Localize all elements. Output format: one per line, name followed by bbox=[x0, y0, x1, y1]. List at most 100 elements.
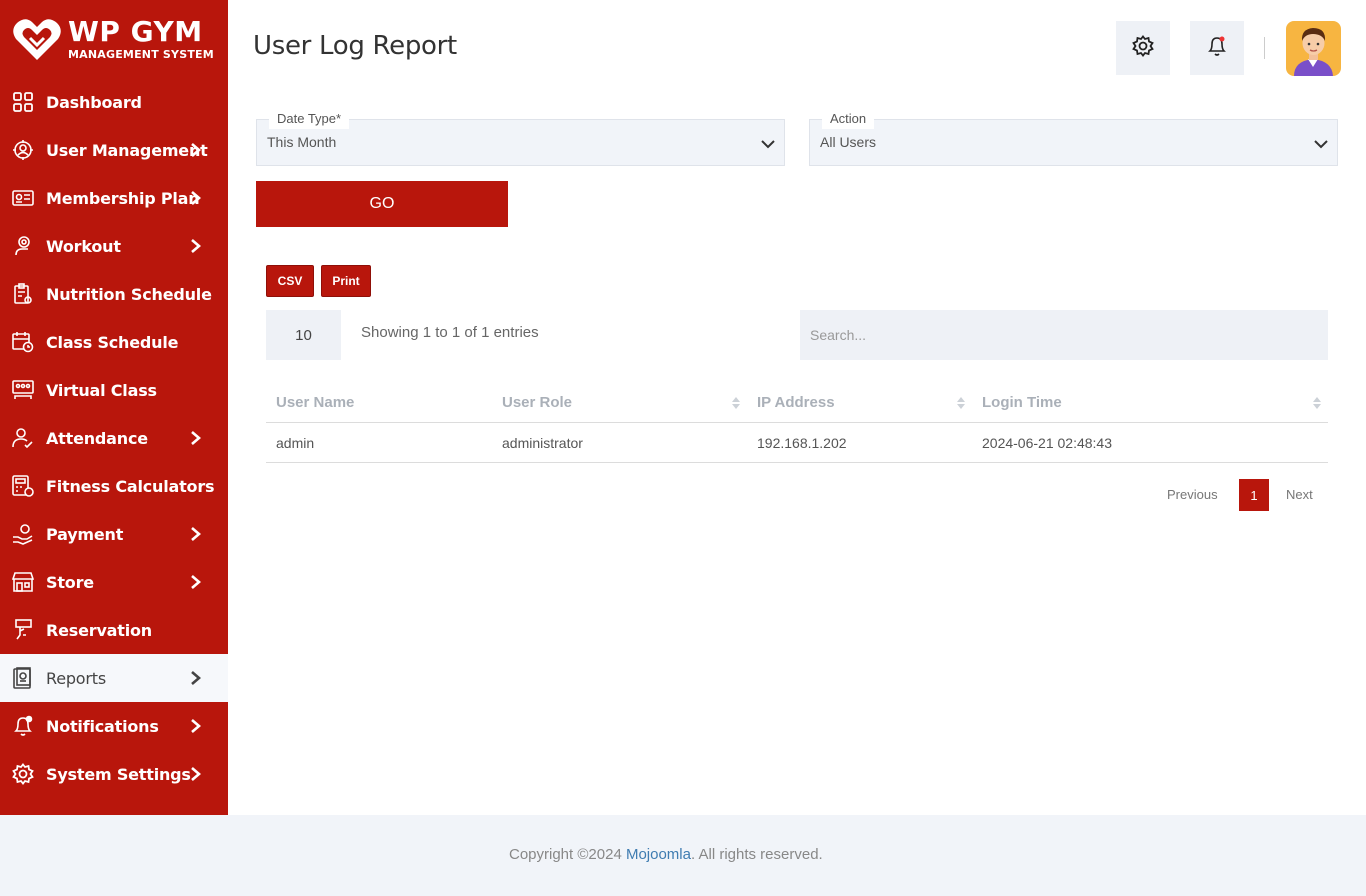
report-icon bbox=[12, 667, 34, 689]
date-type-select[interactable]: Date Type* This Month bbox=[256, 109, 785, 166]
sidebar-item-workout[interactable]: Workout bbox=[0, 222, 228, 270]
sidebar-item-label: Membership Plan bbox=[46, 188, 200, 208]
sidebar-item-label: Reports bbox=[46, 668, 106, 688]
sidebar-item-system-settings[interactable]: System Settings bbox=[0, 750, 228, 798]
sort-icon bbox=[1312, 395, 1322, 411]
chevron-right-icon bbox=[189, 430, 203, 446]
chevron-right-icon bbox=[189, 526, 203, 542]
sidebar-item-label: System Settings bbox=[46, 764, 191, 784]
column-label: User Role bbox=[502, 394, 573, 411]
gear-icon bbox=[1132, 34, 1154, 62]
reservation-icon bbox=[12, 619, 34, 641]
chevron-right-icon bbox=[189, 574, 203, 590]
sidebar-item-label: Notifications bbox=[46, 716, 159, 736]
page-length-select[interactable]: 10 bbox=[266, 310, 341, 360]
chevron-down-icon bbox=[1313, 136, 1329, 152]
page-title: User Log Report bbox=[253, 31, 457, 61]
pagination-previous[interactable]: Previous bbox=[1167, 487, 1218, 502]
notifications-button[interactable] bbox=[1190, 21, 1244, 75]
heart-logo-icon bbox=[12, 16, 62, 62]
search-input[interactable]: Search... bbox=[800, 310, 1328, 360]
chevron-right-icon bbox=[189, 670, 203, 686]
settings-gear-icon bbox=[12, 763, 34, 785]
pagination-page-1[interactable]: 1 bbox=[1239, 479, 1269, 511]
chevron-down-icon bbox=[760, 136, 776, 152]
sidebar-item-nutrition-schedule[interactable]: Nutrition Schedule bbox=[0, 270, 228, 318]
action-label: Action bbox=[822, 109, 875, 129]
sidebar-item-attendance[interactable]: Attendance bbox=[0, 414, 228, 462]
table-header-row: User Name User Role IP Address Login Tim… bbox=[266, 383, 1328, 423]
sidebar-item-notifications[interactable]: Notifications bbox=[0, 702, 228, 750]
copyright-prefix: Copyright ©2024 bbox=[509, 846, 626, 863]
sidebar-item-label: Nutrition Schedule bbox=[46, 284, 212, 304]
chevron-right-icon bbox=[189, 238, 203, 254]
copyright-text: Copyright ©2024 Mojoomla. All rights res… bbox=[509, 846, 823, 863]
pagination-next[interactable]: Next bbox=[1286, 487, 1313, 502]
column-header-ip-address[interactable]: IP Address bbox=[747, 383, 972, 422]
cell-user-role: administrator bbox=[502, 434, 583, 451]
sidebar-item-virtual-class[interactable]: Virtual Class bbox=[0, 366, 228, 414]
bell-icon bbox=[12, 715, 34, 737]
sidebar-item-label: Workout bbox=[46, 236, 121, 256]
column-label: Login Time bbox=[982, 394, 1062, 411]
cell-ip-address: 192.168.1.202 bbox=[757, 434, 847, 451]
sidebar-item-label: Dashboard bbox=[46, 92, 142, 112]
column-header-user-name[interactable]: User Name bbox=[266, 383, 492, 422]
sidebar-item-membership-plan[interactable]: Membership Plan bbox=[0, 174, 228, 222]
column-label: User Name bbox=[276, 394, 355, 411]
cell-login-time: 2024-06-21 02:48:43 bbox=[982, 434, 1112, 451]
sidebar-item-label: Attendance bbox=[46, 428, 148, 448]
sidebar-item-class-schedule[interactable]: Class Schedule bbox=[0, 318, 228, 366]
date-type-label: Date Type* bbox=[269, 109, 350, 129]
store-icon bbox=[12, 571, 34, 593]
settings-button[interactable] bbox=[1116, 21, 1170, 75]
nutrition-clipboard-icon bbox=[12, 283, 34, 305]
users-gear-icon bbox=[12, 139, 34, 161]
sidebar-item-store[interactable]: Store bbox=[0, 558, 228, 606]
workout-icon bbox=[12, 235, 34, 257]
brand-subtitle: MANAGEMENT SYSTEM bbox=[68, 48, 214, 61]
sidebar-item-payment[interactable]: Payment bbox=[0, 510, 228, 558]
sidebar-item-label: Payment bbox=[46, 524, 124, 544]
sidebar-item-reservation[interactable]: Reservation bbox=[0, 606, 228, 654]
chevron-right-icon bbox=[189, 190, 203, 206]
csv-button[interactable]: CSV bbox=[266, 265, 314, 297]
membership-card-icon bbox=[12, 187, 34, 209]
table-info: Showing 1 to 1 of 1 entries bbox=[361, 324, 539, 341]
print-button[interactable]: Print bbox=[321, 265, 371, 297]
sidebar-item-label: Virtual Class bbox=[46, 380, 157, 400]
copyright-suffix: . All rights reserved. bbox=[690, 846, 823, 863]
sidebar-item-label: Fitness Calculators bbox=[46, 476, 215, 496]
sidebar: WP GYM MANAGEMENT SYSTEM Dashboard User … bbox=[0, 0, 228, 815]
payment-hand-icon bbox=[12, 523, 34, 545]
column-header-login-time[interactable]: Login Time bbox=[972, 383, 1328, 422]
sidebar-item-user-management[interactable]: User Management bbox=[0, 126, 228, 174]
sidebar-item-label: Store bbox=[46, 572, 94, 592]
sort-icon bbox=[731, 395, 741, 411]
table-row: admin administrator 192.168.1.202 2024-0… bbox=[266, 423, 1328, 463]
sort-icon bbox=[956, 395, 966, 411]
virtual-class-icon bbox=[12, 379, 34, 401]
sidebar-item-dashboard[interactable]: Dashboard bbox=[0, 78, 228, 126]
mojoomla-link[interactable]: Mojoomla bbox=[626, 846, 691, 863]
go-button[interactable]: GO bbox=[256, 181, 508, 227]
footer: Copyright ©2024 Mojoomla. All rights res… bbox=[0, 815, 1366, 896]
user-log-table: User Name User Role IP Address Login Tim… bbox=[266, 383, 1328, 463]
dashboard-icon bbox=[12, 91, 34, 113]
user-avatar[interactable] bbox=[1286, 21, 1341, 76]
cell-user-name: admin bbox=[276, 434, 315, 451]
action-value: All Users bbox=[820, 134, 877, 150]
brand-title: WP GYM bbox=[68, 15, 203, 48]
chevron-right-icon bbox=[189, 142, 203, 158]
date-type-value: This Month bbox=[267, 134, 337, 150]
column-header-user-role[interactable]: User Role bbox=[492, 383, 747, 422]
sidebar-menu: Dashboard User Management Membership Pla… bbox=[0, 78, 228, 798]
sidebar-item-reports[interactable]: Reports bbox=[0, 654, 228, 702]
header-divider bbox=[1264, 37, 1265, 59]
action-select[interactable]: Action All Users bbox=[809, 109, 1338, 166]
sidebar-item-fitness-calculators[interactable]: Fitness Calculators bbox=[0, 462, 228, 510]
sidebar-item-label: Reservation bbox=[46, 620, 152, 640]
sidebar-item-label: Class Schedule bbox=[46, 332, 179, 352]
chevron-right-icon bbox=[189, 766, 203, 782]
brand-logo[interactable]: WP GYM MANAGEMENT SYSTEM bbox=[0, 0, 228, 78]
